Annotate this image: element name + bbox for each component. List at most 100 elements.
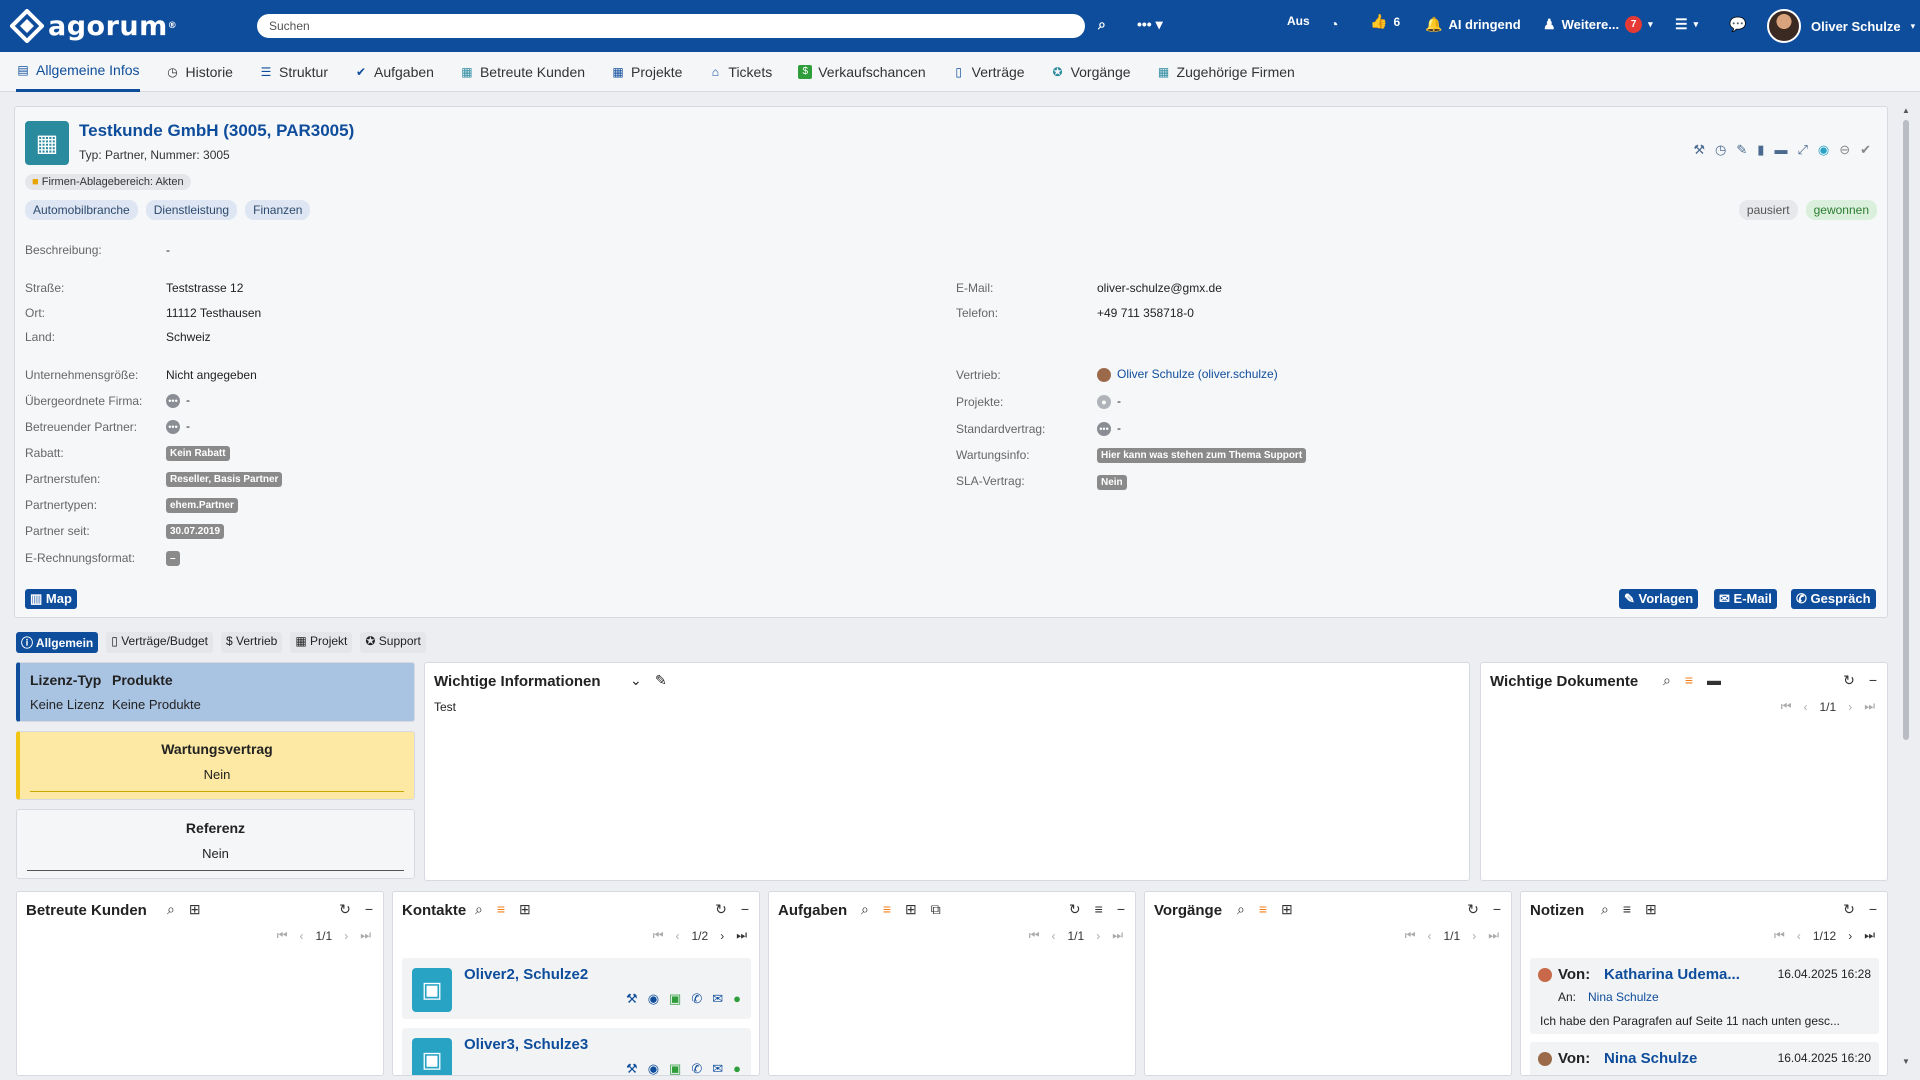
add-icon[interactable]: ⊞ (905, 901, 917, 918)
chat-icon[interactable]: 💬 (1729, 16, 1746, 33)
refresh-icon[interactable]: ↻ (1843, 901, 1855, 918)
add-icon[interactable]: ⊞ (519, 901, 531, 918)
add-icon[interactable]: ⊞ (189, 901, 201, 918)
subtab-allgemein[interactable]: ⓘ Allgemein (16, 632, 99, 653)
list-item[interactable]: Von: Katharina Udema... 16.04.2025 16:28… (1530, 958, 1879, 1034)
last-page-icon[interactable]: ⏭ (1112, 928, 1123, 943)
hamburger-menu-icon[interactable]: ☰ ▾ (1675, 16, 1698, 33)
document-icon[interactable]: ▣ (669, 991, 681, 1007)
search-icon[interactable]: ⌕ (1663, 672, 1671, 689)
ai-dringend-button[interactable]: 🔔 AI dringend (1425, 16, 1521, 33)
first-page-icon[interactable]: ⏮ (1405, 928, 1416, 943)
edit-icon[interactable]: ✎ (655, 672, 667, 689)
subtab-projekt[interactable]: ▦ Projekt (290, 632, 353, 653)
chat-icon[interactable]: ● (733, 1061, 741, 1075)
scrollbar[interactable]: ▲ ▼ (1902, 106, 1910, 1066)
first-page-icon[interactable]: ⏮ (1774, 928, 1785, 943)
filter-icon[interactable]: ≡ (883, 901, 891, 918)
edit-icon[interactable]: ✎ (1736, 142, 1747, 158)
prev-page-icon[interactable]: ‹ (1052, 929, 1056, 943)
minimize-icon[interactable]: − (1117, 901, 1125, 918)
vorlagen-button[interactable]: ✎ Vorlagen (1619, 589, 1699, 609)
subtab-support[interactable]: ✪ Support (360, 632, 426, 653)
phone-icon[interactable]: ✆ (691, 1061, 702, 1075)
map-button[interactable]: ▥ Map (25, 589, 77, 609)
ablage-badge[interactable]: ■ Firmen-Ablagebereich: Akten (25, 173, 191, 190)
tools-icon[interactable]: ⚒ (626, 1061, 638, 1075)
tab-tickets[interactable]: ⌂ Tickets (708, 52, 772, 92)
minimize-icon[interactable]: − (365, 901, 373, 918)
search-icon[interactable]: ⌕ (167, 901, 175, 918)
folder-icon[interactable]: ▬ (1774, 142, 1787, 158)
prev-page-icon[interactable]: ‹ (1804, 700, 1808, 714)
gespraech-button[interactable]: ✆ Gespräch (1791, 589, 1876, 609)
tab-struktur[interactable]: ☰ Struktur (259, 52, 328, 92)
minimize-icon[interactable]: − (1869, 901, 1877, 918)
telefon-value[interactable]: +49 711 358718-0 (1097, 306, 1194, 320)
search-icon[interactable]: ⌕ (861, 901, 869, 918)
search-icon[interactable]: ⌕ (1237, 901, 1245, 918)
note-from[interactable]: Nina Schulze (1604, 1050, 1697, 1067)
document-icon[interactable]: ▣ (669, 1061, 681, 1075)
tools-icon[interactable]: ⚒ (1693, 142, 1705, 158)
prev-page-icon[interactable]: ‹ (676, 929, 680, 943)
tab-vorgaenge[interactable]: ✪ Vorgänge (1051, 52, 1131, 92)
scroll-up-icon[interactable]: ▲ (1902, 106, 1910, 115)
mail-icon[interactable]: ✉ (712, 991, 723, 1007)
expand-icon[interactable]: ⤢ (1797, 142, 1807, 158)
standard-value[interactable]: ••• - (1097, 421, 1121, 436)
scroll-thumb[interactable] (1903, 120, 1909, 740)
email-button[interactable]: ✉ E-Mail (1714, 589, 1777, 609)
list-item[interactable]: Von: Nina Schulze 16.04.2025 16:20 (1530, 1042, 1879, 1075)
edit-circle-icon[interactable]: ◉ (648, 991, 659, 1007)
subtab-vertrieb[interactable]: $ Vertrieb (220, 632, 283, 653)
tag[interactable]: Dienstleistung (145, 200, 238, 220)
refresh-icon[interactable]: ↻ (1843, 672, 1855, 689)
tab-projekte[interactable]: ▦ Projekte (611, 52, 682, 92)
chat-icon[interactable]: ● (733, 991, 741, 1007)
next-page-icon[interactable]: › (1472, 929, 1476, 943)
prev-page-icon[interactable]: ‹ (1428, 929, 1432, 943)
add-icon[interactable]: ⊞ (1645, 901, 1657, 918)
filter-icon[interactable]: ≡ (1259, 901, 1267, 918)
search-icon[interactable]: ⌕ (1601, 901, 1609, 918)
tools-icon[interactable]: ⚒ (626, 991, 638, 1007)
minimize-icon[interactable]: − (1493, 901, 1501, 918)
status-badge-paused[interactable]: pausiert (1738, 200, 1798, 220)
search-icon[interactable]: ◉ (1818, 142, 1829, 158)
prev-page-icon[interactable]: ‹ (1797, 929, 1801, 943)
add-icon[interactable]: ⊞ (1281, 901, 1293, 918)
first-page-icon[interactable]: ⏮ (277, 928, 288, 943)
tab-historie[interactable]: ◷ Historie (166, 52, 233, 92)
refresh-icon[interactable]: ↻ (1069, 901, 1081, 918)
weitere-button[interactable]: ♟ Weitere... 7 ▾ (1543, 16, 1653, 33)
tag[interactable]: Finanzen (245, 200, 311, 220)
folder-icon[interactable]: ▬ (1707, 672, 1721, 689)
refresh-icon[interactable]: ↻ (715, 901, 727, 918)
search-input[interactable]: Suchen (257, 14, 1085, 38)
last-page-icon[interactable]: ⏭ (736, 928, 747, 943)
last-page-icon[interactable]: ⏭ (1864, 928, 1875, 943)
tab-vertraege[interactable]: ▯ Verträge (952, 52, 1024, 92)
filter-icon[interactable]: ≡ (497, 901, 505, 918)
subtab-vertraege-budget[interactable]: ▯ Verträge/Budget (106, 632, 213, 653)
history-icon[interactable]: ◷ (1715, 142, 1726, 158)
phone-icon[interactable]: ✆ (691, 991, 702, 1007)
email-value[interactable]: oliver-schulze@gmx.de (1097, 281, 1222, 295)
note-from[interactable]: Katharina Udema... (1604, 966, 1740, 983)
minimize-icon[interactable]: − (741, 901, 749, 918)
next-page-icon[interactable]: › (1848, 700, 1852, 714)
partner-value[interactable]: ••• - (166, 419, 190, 434)
vertrieb-value[interactable]: Oliver Schulze (oliver.schulze) (1097, 367, 1278, 382)
add-multiple-icon[interactable]: ⧉ (931, 901, 941, 918)
tag[interactable]: Automobilbranche (25, 200, 138, 220)
minimize-icon[interactable]: − (1869, 672, 1877, 689)
tab-betreute-kunden[interactable]: ▦ Betreute Kunden (460, 52, 585, 92)
agorum-logo[interactable]: agorum ® (10, 9, 250, 43)
first-page-icon[interactable]: ⏮ (653, 928, 664, 943)
tab-zugehoerige-firmen[interactable]: ▦ Zugehörige Firmen (1157, 52, 1295, 92)
projekte-value[interactable]: ● - (1097, 394, 1121, 409)
tab-verkaufschancen[interactable]: $ Verkaufschancen (798, 52, 926, 92)
minus-circle-icon[interactable]: ⊖ (1839, 142, 1850, 158)
search-icon[interactable]: ⌕ (1098, 16, 1106, 33)
